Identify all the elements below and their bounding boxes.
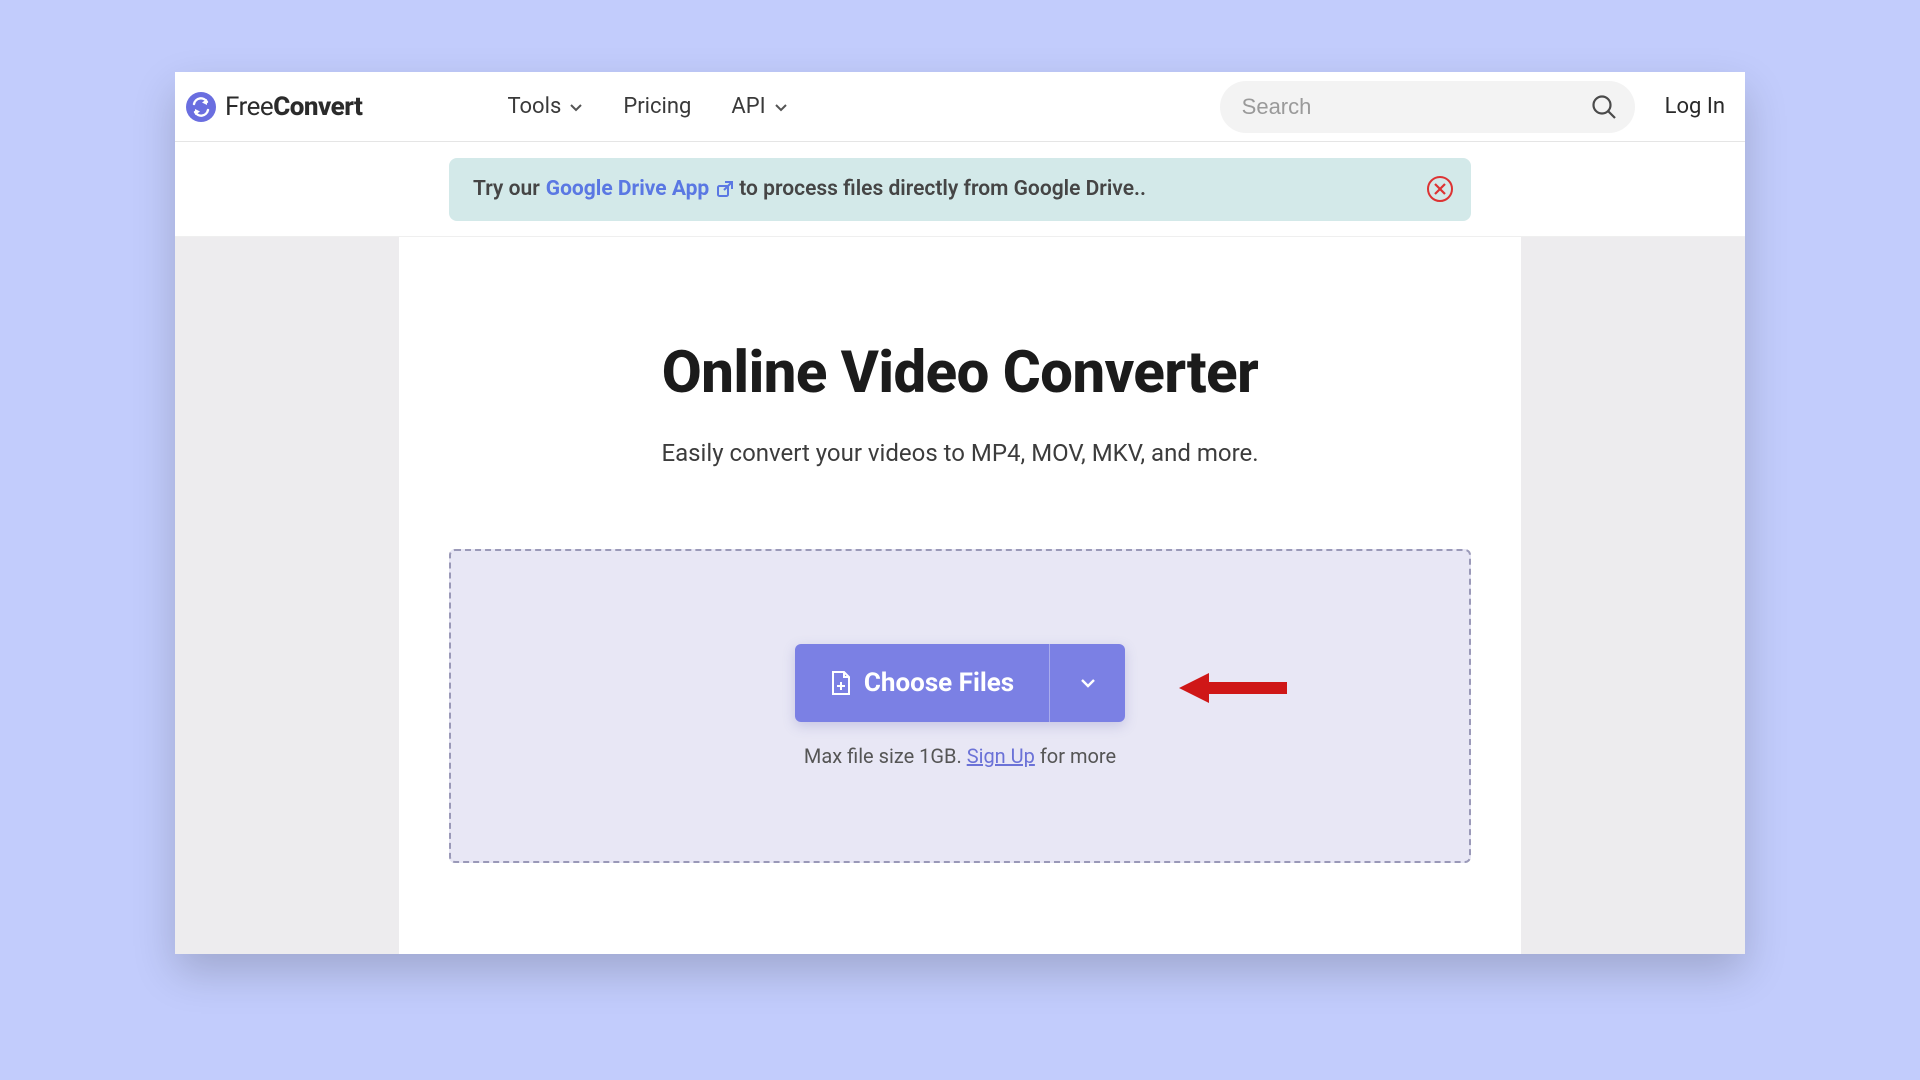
subheader: Try our Google Drive App to process file… [175, 142, 1745, 237]
choose-files-label: Choose Files [864, 668, 1014, 698]
brand-logo[interactable]: FreeConvert [185, 91, 362, 123]
main-content: Online Video Converter Easily convert yo… [399, 237, 1521, 954]
nav-pricing[interactable]: Pricing [623, 94, 691, 119]
banner-link-label: Google Drive App [546, 177, 710, 201]
search-input[interactable] [1242, 94, 1591, 120]
choose-files-button[interactable]: Choose Files [795, 644, 1049, 722]
hero: Online Video Converter Easily convert yo… [449, 339, 1471, 467]
right-ad-rail [1521, 237, 1745, 954]
choose-files-dropdown[interactable] [1049, 644, 1125, 722]
chevron-down-icon [1078, 673, 1098, 693]
header: FreeConvert Tools Pricing API Log In [175, 72, 1745, 142]
login-link[interactable]: Log In [1665, 94, 1725, 119]
page-title: Online Video Converter [449, 339, 1471, 407]
body: Online Video Converter Easily convert yo… [175, 237, 1745, 954]
nav-api-label: API [731, 94, 765, 119]
close-icon [1434, 183, 1446, 195]
nav-tools[interactable]: Tools [507, 94, 583, 119]
choose-files-group: Choose Files [795, 644, 1125, 722]
google-drive-app-link[interactable]: Google Drive App [546, 177, 736, 201]
chevron-down-icon [569, 100, 583, 114]
external-link-icon [715, 179, 735, 199]
brand-name: FreeConvert [225, 92, 362, 122]
nav-api[interactable]: API [731, 94, 787, 119]
file-add-icon [830, 670, 852, 696]
search-icon [1591, 94, 1617, 120]
search-box[interactable] [1220, 81, 1635, 133]
nav-tools-label: Tools [507, 94, 561, 119]
left-ad-rail [175, 237, 399, 954]
banner-suffix: to process files directly from Google Dr… [739, 177, 1146, 201]
logo-icon [185, 91, 217, 123]
promo-banner: Try our Google Drive App to process file… [449, 158, 1471, 221]
nav-pricing-label: Pricing [623, 94, 691, 119]
page-subtitle: Easily convert your videos to MP4, MOV, … [449, 439, 1471, 467]
main-nav: Tools Pricing API [507, 94, 787, 119]
banner-prefix: Try our [473, 177, 540, 201]
banner-close-button[interactable] [1427, 176, 1453, 202]
hint-prefix: Max file size 1GB. [804, 744, 967, 768]
annotation-arrow-icon [1179, 669, 1287, 707]
chevron-down-icon [774, 100, 788, 114]
hint-suffix: for more [1035, 744, 1116, 768]
app-window: FreeConvert Tools Pricing API Log In [175, 72, 1745, 954]
file-drop-zone[interactable]: Choose Files Max file size 1GB. Sign Up … [449, 549, 1471, 863]
sign-up-link[interactable]: Sign Up [967, 744, 1035, 768]
file-size-hint: Max file size 1GB. Sign Up for more [804, 744, 1116, 768]
